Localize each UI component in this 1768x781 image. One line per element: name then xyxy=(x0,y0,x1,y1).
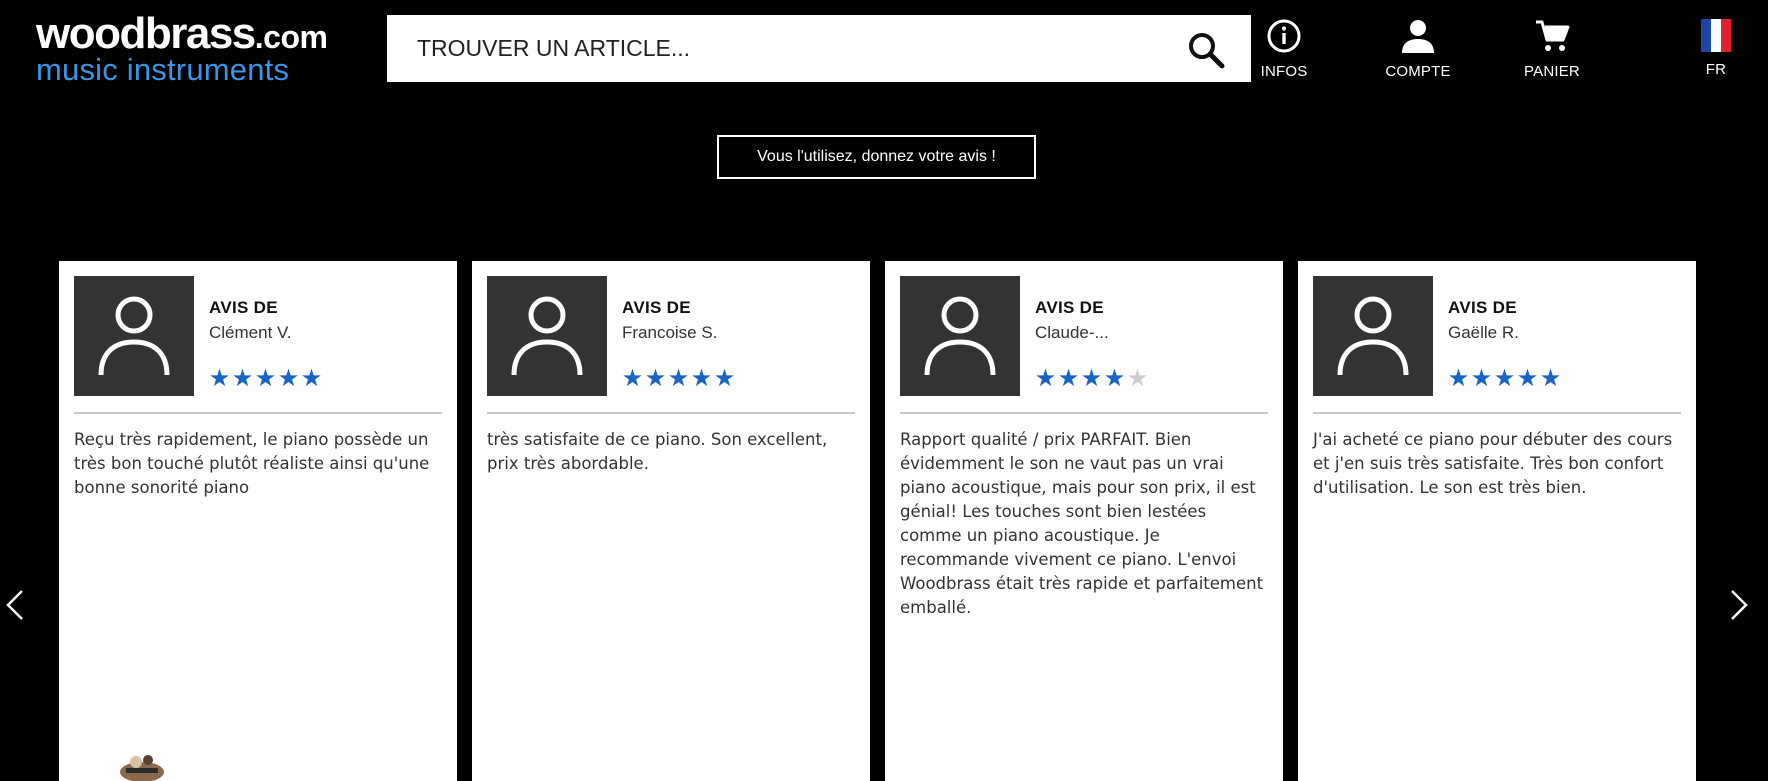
review-author: Gaëlle R. xyxy=(1448,323,1519,342)
review-author: Francoise S. xyxy=(622,323,718,342)
star-filled-icon: ★ xyxy=(1080,365,1103,392)
review-heading: AVIS DE xyxy=(1035,298,1104,317)
star-filled-icon: ★ xyxy=(1447,365,1470,392)
nav-infos-label: INFOS xyxy=(1260,63,1308,80)
write-review-button[interactable]: Vous l'utilisez, donnez votre avis ! xyxy=(717,135,1036,179)
star-filled-icon: ★ xyxy=(690,365,713,392)
divider xyxy=(1313,412,1681,414)
search-bar xyxy=(387,15,1251,82)
review-card: AVIS DE Francoise S. ★ ★ ★ ★ ★ très satisfai… xyxy=(472,261,870,781)
star-filled-icon: ★ xyxy=(208,365,231,392)
logo-tagline: music instruments xyxy=(36,52,290,87)
site-header: woodbrass.com music instruments INFOS CO… xyxy=(0,0,1768,100)
nav-compte-label: COMPTE xyxy=(1385,63,1451,80)
avatar xyxy=(487,276,607,396)
star-filled-icon: ★ xyxy=(1516,365,1539,392)
star-filled-icon: ★ xyxy=(621,365,644,392)
review-card: AVIS DE Clément V. ★ ★ ★ ★ ★ Reçu très rapid… xyxy=(59,261,457,781)
chevron-left-icon[interactable] xyxy=(3,588,27,622)
star-filled-icon: ★ xyxy=(644,365,667,392)
nav-panier[interactable]: PANIER xyxy=(1507,18,1597,88)
star-filled-icon: ★ xyxy=(713,365,736,392)
star-empty-icon: ★ xyxy=(1126,365,1149,392)
star-rating: ★ ★ ★ ★ ★ xyxy=(1447,366,1562,392)
review-text: très satisfaite de ce piano. Son excelle… xyxy=(487,430,828,473)
star-filled-icon: ★ xyxy=(1103,365,1126,392)
star-filled-icon: ★ xyxy=(1470,365,1493,392)
chevron-right-icon[interactable] xyxy=(1727,588,1751,622)
user-avatar-icon xyxy=(98,296,170,376)
star-rating: ★ ★ ★ ★ ★ xyxy=(1034,366,1149,392)
nav-language[interactable]: FR xyxy=(1671,18,1761,88)
review-author: Claude-... xyxy=(1035,323,1109,342)
avatar xyxy=(1313,276,1433,396)
nav-panier-label: PANIER xyxy=(1524,63,1580,80)
site-logo[interactable]: woodbrass.com music instruments xyxy=(36,12,336,87)
search-input[interactable] xyxy=(387,15,1167,82)
user-avatar-icon xyxy=(1337,296,1409,376)
user-avatar-icon xyxy=(924,296,996,376)
review-card: AVIS DE Gaëlle R. ★ ★ ★ ★ ★ J'ai acheté ce p… xyxy=(1298,261,1696,781)
star-filled-icon: ★ xyxy=(254,365,277,392)
review-heading: AVIS DE xyxy=(209,298,278,317)
divider xyxy=(487,412,855,414)
avatar xyxy=(74,276,194,396)
cart-icon xyxy=(1536,20,1570,51)
star-filled-icon: ★ xyxy=(300,365,323,392)
review-card: AVIS DE Claude-... ★ ★ ★ ★ ★ Rapport qualité… xyxy=(885,261,1283,781)
review-text: Rapport qualité / prix PARFAIT. Bien évi… xyxy=(900,430,1264,617)
review-heading: AVIS DE xyxy=(622,298,691,317)
product-thumbnail xyxy=(120,755,164,781)
divider xyxy=(74,412,442,414)
star-filled-icon: ★ xyxy=(1539,365,1562,392)
review-author: Clément V. xyxy=(209,323,292,342)
star-filled-icon: ★ xyxy=(1057,365,1080,392)
avatar xyxy=(900,276,1020,396)
divider xyxy=(900,412,1268,414)
star-filled-icon: ★ xyxy=(1034,365,1057,392)
review-heading: AVIS DE xyxy=(1448,298,1517,317)
review-text: J'ai acheté ce piano pour débuter des co… xyxy=(1313,430,1673,497)
star-filled-icon: ★ xyxy=(277,365,300,392)
star-rating: ★ ★ ★ ★ ★ xyxy=(208,366,323,392)
user-avatar-icon xyxy=(511,296,583,376)
star-filled-icon: ★ xyxy=(231,365,254,392)
star-rating: ★ ★ ★ ★ ★ xyxy=(621,366,736,392)
star-filled-icon: ★ xyxy=(1493,365,1516,392)
search-icon[interactable] xyxy=(1187,31,1225,69)
nav-infos[interactable]: INFOS xyxy=(1239,18,1329,88)
nav-compte[interactable]: COMPTE xyxy=(1373,18,1463,88)
french-flag-icon xyxy=(1701,19,1731,52)
nav-language-label: FR xyxy=(1705,61,1727,78)
star-filled-icon: ★ xyxy=(667,365,690,392)
review-text: Reçu très rapidement, le piano possède u… xyxy=(74,430,430,497)
user-icon xyxy=(1402,20,1434,53)
info-icon xyxy=(1267,19,1301,53)
